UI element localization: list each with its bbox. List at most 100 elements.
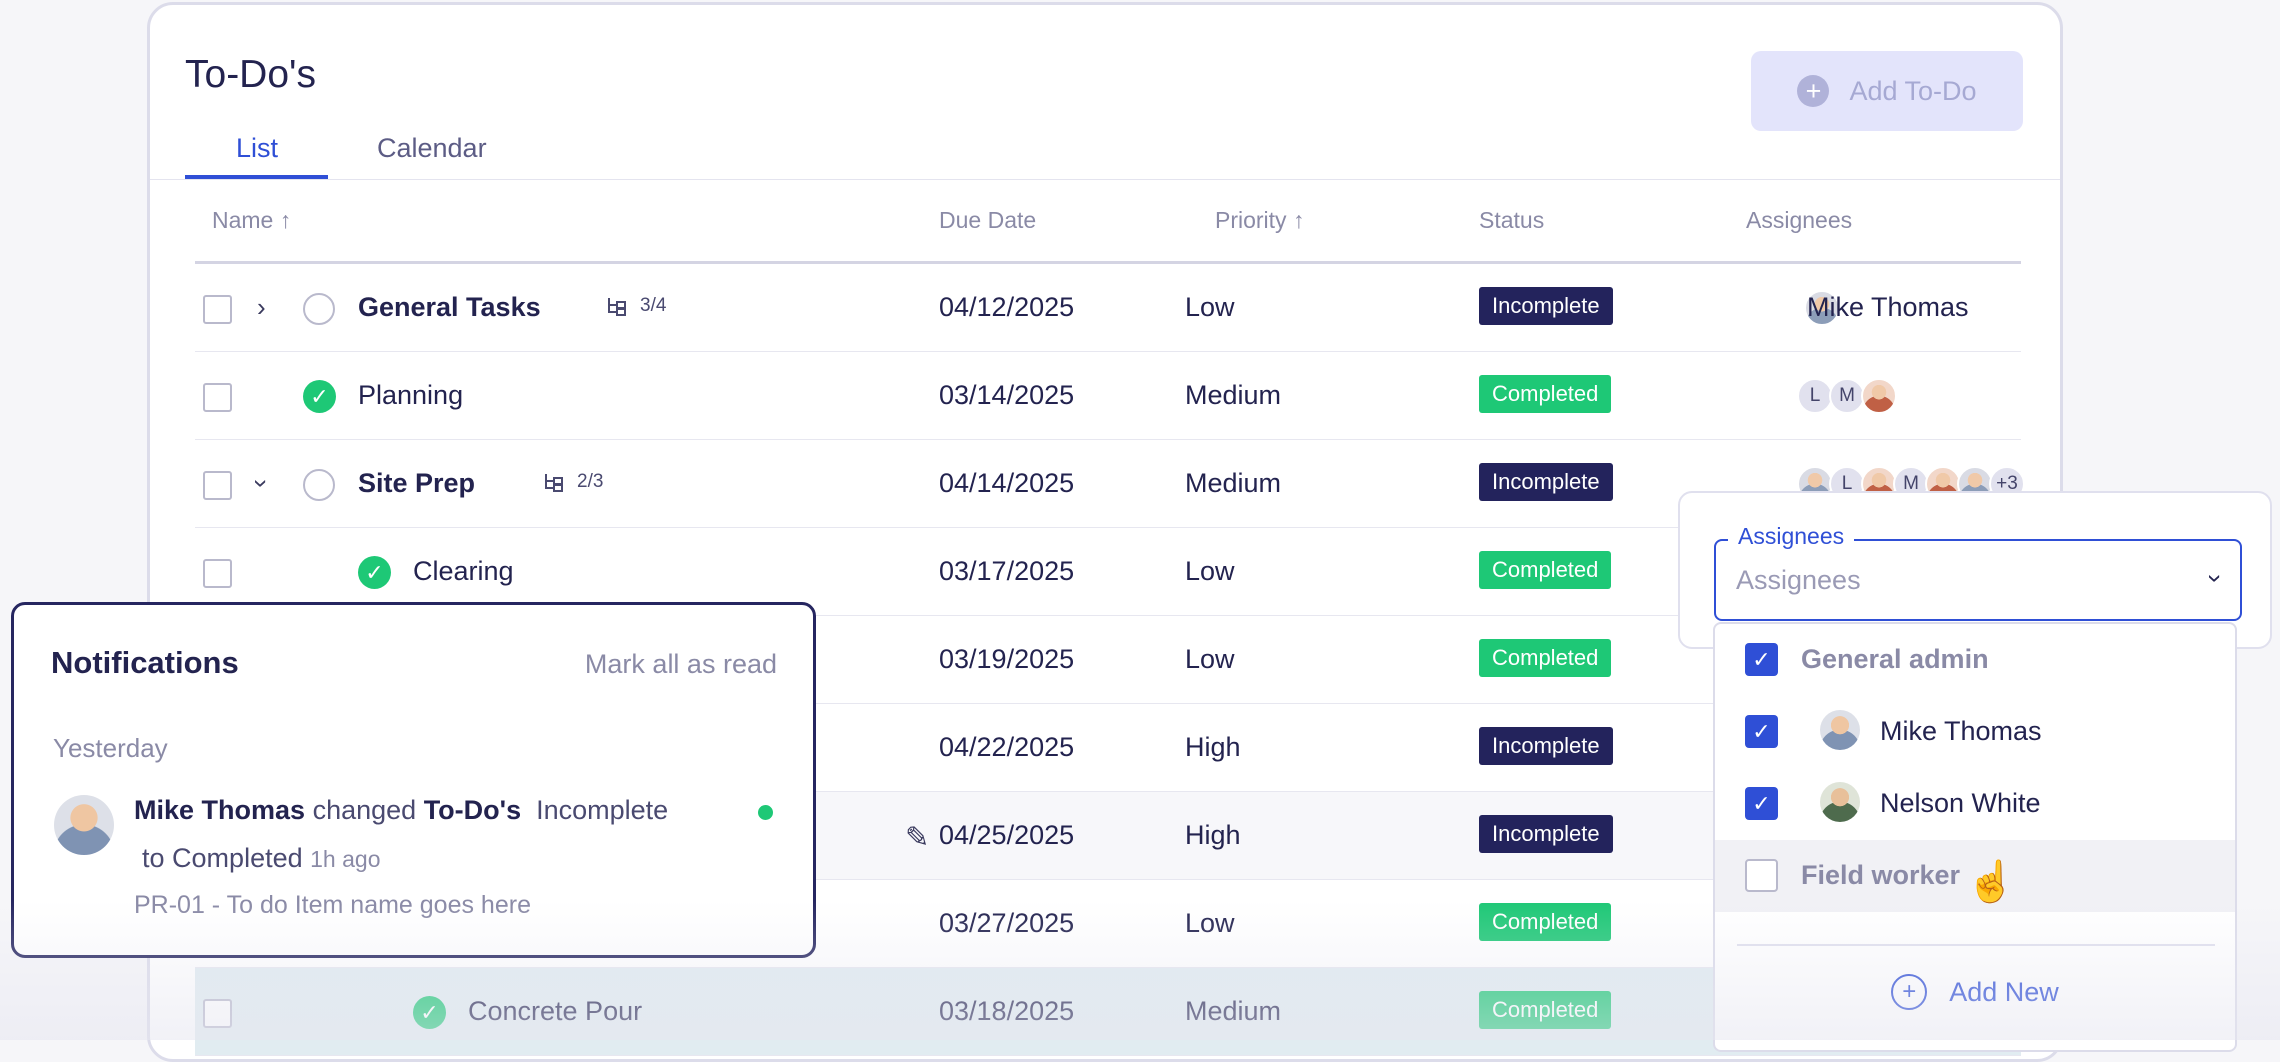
status-badge: Completed [1479,991,1612,1029]
table-row[interactable]: ✓ Planning 03/14/2025 Medium Completed L… [195,352,2021,440]
check-circle-icon[interactable]: ✓ [358,556,391,589]
priority: Medium [1185,468,1282,498]
notification-text[interactable]: Mike Thomas changed To-Do's Incomplete [134,795,668,826]
option-label: Nelson White [1880,788,2041,818]
notification-to-word: to [142,843,165,873]
checkbox-checked[interactable]: ✓ [1745,715,1778,748]
plus-icon: + [1797,75,1830,107]
assignee-name: Mike Thomas [1807,292,1969,322]
subtask-icon [608,298,626,316]
edit-pencil-icon[interactable]: ✎ [905,820,929,855]
column-name-label: Name [212,207,274,233]
checkbox-checked[interactable]: ✓ [1745,643,1778,676]
chevron-right-icon[interactable]: › [257,292,266,323]
option-mike-thomas[interactable]: ✓ Mike Thomas [1715,696,2235,768]
priority: Medium [1185,996,1282,1026]
add-new-button[interactable]: + Add New [1715,974,2235,1010]
due-date: 04/14/2025 [939,468,1075,498]
avatar: M [1829,378,1865,414]
options-divider [1737,944,2215,946]
avatar [54,795,114,855]
unread-dot [758,805,773,820]
notification-to-status: Completed [172,843,303,873]
avatar: L [1797,378,1833,414]
column-header-status[interactable]: Status [1479,207,1544,234]
status-badge: Completed [1479,639,1612,677]
task-name[interactable]: General Tasks [358,292,541,323]
chevron-down-icon[interactable]: › [246,479,277,488]
priority: High [1185,732,1241,762]
status-circle-icon[interactable] [303,469,335,501]
chevron-down-icon[interactable]: › [2200,574,2231,583]
check-circle-icon[interactable]: ✓ [413,996,446,1029]
priority: Medium [1185,380,1282,410]
hand-pointer-icon: ☝ [1966,860,2016,904]
sort-up-icon: ↑ [1292,207,1305,233]
add-new-label: Add New [1949,976,2059,1007]
subtask-count: 2/3 [577,471,604,492]
check-circle-icon[interactable]: ✓ [303,380,336,413]
notification-object: To-Do's [423,795,522,825]
due-date: 04/22/2025 [939,732,1075,762]
notification-group-label: Yesterday [53,733,168,763]
task-name[interactable]: Site Prep [358,468,475,499]
sort-up-icon: ↑ [279,207,292,233]
notification-time: 1h ago [310,846,381,872]
notification-text-2: to Completed 1h ago [142,843,381,874]
task-name[interactable]: Concrete Pour [468,996,642,1027]
assignees-placeholder: Assignees [1736,565,1861,595]
add-todo-label: Add To-Do [1849,75,1977,106]
notifications-title: Notifications [51,645,239,680]
subtask-icon [545,474,563,492]
checkbox-checked[interactable]: ✓ [1745,787,1778,820]
tab-list[interactable]: List [236,133,278,164]
status-circle-icon[interactable] [303,293,335,325]
status-badge: Completed [1479,903,1612,941]
assignees-select[interactable]: Assignees Assignees › [1714,523,2242,621]
status-badge: Completed [1479,551,1612,589]
due-date: 04/25/2025 [939,820,1075,850]
priority: Low [1185,556,1235,586]
column-header-due[interactable]: Due Date [939,207,1036,234]
notification-from-status: Incomplete [536,795,669,825]
status-badge: Incomplete [1479,815,1613,853]
status-badge: Completed [1479,375,1612,413]
row-checkbox[interactable] [203,471,232,500]
notification-detail: PR-01 - To do Item name goes here [134,891,531,919]
task-name[interactable]: Clearing [413,556,514,587]
subtask-count: 3/4 [640,295,667,316]
status-badge: Incomplete [1479,727,1613,765]
option-label: Mike Thomas [1880,716,2042,746]
status-badge: Incomplete [1479,463,1613,501]
avatar [1820,782,1860,822]
priority: Low [1185,644,1235,674]
row-checkbox[interactable] [203,559,232,588]
notifications-panel: Notifications Mark all as read Yesterday… [11,602,816,958]
column-priority-label: Priority [1215,207,1287,233]
task-name[interactable]: Planning [358,380,463,411]
option-general-admin[interactable]: ✓ General admin [1715,624,2235,696]
option-nelson-white[interactable]: ✓ Nelson White [1715,768,2235,840]
status-badge: Incomplete [1479,287,1613,325]
due-date: 03/14/2025 [939,380,1075,410]
column-header-priority[interactable]: Priority ↑ [1215,207,1304,234]
notification-verb: changed [312,795,417,825]
priority: Low [1185,292,1235,322]
due-date: 03/27/2025 [939,908,1075,938]
table-row[interactable]: › General Tasks 3/4 04/12/2025 Low Incom… [195,264,2021,352]
option-label: General admin [1801,644,1989,674]
row-checkbox[interactable] [203,383,232,412]
tab-calendar[interactable]: Calendar [377,133,487,164]
plus-circle-icon: + [1891,974,1928,1010]
add-todo-button[interactable]: + Add To-Do [1751,51,2023,131]
notification-actor: Mike Thomas [134,795,306,825]
checkbox-unchecked[interactable] [1745,859,1778,892]
column-header-assignees[interactable]: Assignees [1746,207,1852,234]
row-checkbox[interactable] [203,295,232,324]
row-checkbox[interactable] [203,999,232,1028]
due-date: 04/12/2025 [939,292,1075,322]
due-date: 03/19/2025 [939,644,1075,674]
page-title: To-Do's [185,53,316,96]
mark-all-read-link[interactable]: Mark all as read [585,649,777,680]
column-header-name[interactable]: Name ↑ [212,207,291,234]
